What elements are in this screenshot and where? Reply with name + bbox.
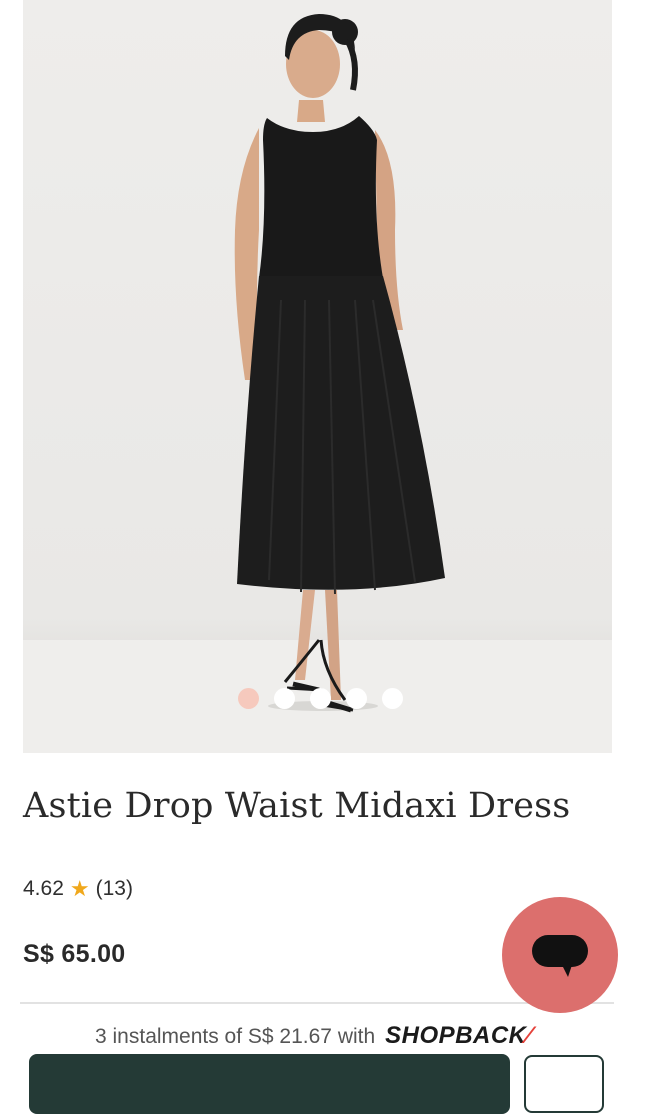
gallery-dot-5[interactable]	[382, 688, 403, 709]
installment-text: 3 instalments of S$ 21.67 with	[95, 1025, 376, 1048]
chat-button[interactable]	[502, 897, 618, 1013]
product-photo	[234, 14, 445, 713]
gallery-pagination	[23, 688, 612, 709]
product-price: S$ 65.00	[23, 940, 126, 968]
installment-promo[interactable]: 3 instalments of S$ 21.67 with SHOPBACK⁄	[95, 1022, 531, 1050]
star-icon: ★	[69, 876, 90, 901]
product-rating[interactable]: 4.62 ★ (13)	[23, 876, 133, 902]
shopback-logo: SHOPBACK⁄	[385, 1022, 532, 1049]
review-count: (13)	[95, 877, 133, 900]
gallery-dot-1[interactable]	[238, 688, 259, 709]
chat-bubble-icon	[532, 935, 588, 977]
rating-value: 4.62	[23, 877, 64, 900]
gallery-dot-4[interactable]	[346, 688, 367, 709]
product-image-gallery[interactable]	[23, 0, 612, 753]
wishlist-button[interactable]	[524, 1055, 604, 1113]
gallery-dot-3[interactable]	[310, 688, 331, 709]
add-to-bag-button[interactable]	[29, 1054, 510, 1114]
product-title: Astie Drop Waist Midaxi Dress	[23, 786, 571, 826]
gallery-dot-2[interactable]	[274, 688, 295, 709]
